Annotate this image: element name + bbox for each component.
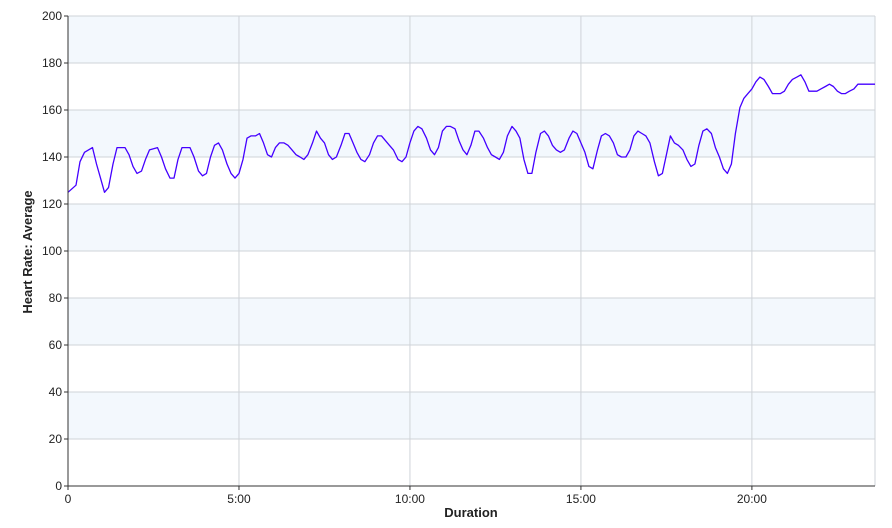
x-tick-label: 0 — [65, 492, 72, 506]
chart: 0 20 40 60 80 100 120 140 160 180 200 0 5:00 10:00 15… — [0, 0, 892, 528]
background-band — [68, 16, 875, 63]
background-band — [68, 110, 875, 157]
y-tick-label: 160 — [42, 103, 62, 117]
background-band — [68, 392, 875, 439]
y-axis-title: Heart Rate: Average — [20, 190, 35, 313]
y-tick-label: 80 — [49, 291, 63, 305]
y-tick-label: 180 — [42, 56, 62, 70]
y-tick-label: 200 — [42, 9, 62, 23]
x-tick-label: 10:00 — [395, 492, 425, 506]
background-bands — [68, 16, 875, 439]
y-tick-label: 60 — [49, 338, 63, 352]
x-axis-title: Duration — [444, 505, 498, 520]
x-tick-label: 15:00 — [566, 492, 596, 506]
x-tick-label: 20:00 — [737, 492, 767, 506]
background-band — [68, 204, 875, 251]
y-tick-label: 120 — [42, 197, 62, 211]
x-axis-ticks: 0 5:00 10:00 15:00 20:00 — [65, 486, 767, 506]
y-tick-label: 100 — [42, 244, 62, 258]
heart-rate-line-chart: 0 20 40 60 80 100 120 140 160 180 200 0 5:00 10:00 15… — [20, 9, 876, 520]
y-tick-label: 40 — [49, 385, 63, 399]
y-axis-ticks: 0 20 40 60 80 100 120 140 160 180 200 — [42, 9, 68, 493]
background-band — [68, 298, 875, 345]
x-tick-label: 5:00 — [227, 492, 251, 506]
y-tick-label: 140 — [42, 150, 62, 164]
y-tick-label: 20 — [49, 432, 63, 446]
y-tick-label: 0 — [55, 479, 62, 493]
